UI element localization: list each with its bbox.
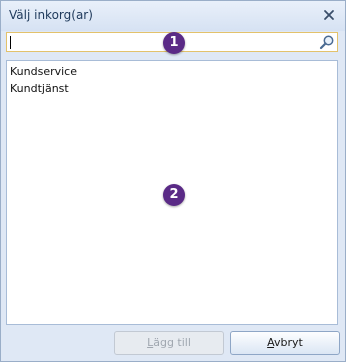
title-bar[interactable]: Välj inkorg(ar)	[1, 1, 345, 31]
callout-badge-2: 2	[163, 184, 185, 206]
list-item[interactable]: Kundservice	[10, 65, 77, 78]
add-button[interactable]: Lägg till	[114, 331, 224, 355]
close-icon[interactable]	[321, 7, 337, 23]
cancel-button[interactable]: Avbryt	[230, 331, 340, 355]
text-caret	[10, 36, 11, 49]
search-input[interactable]	[9, 34, 311, 50]
list-item[interactable]: Kundtjänst	[10, 82, 69, 95]
cancel-button-label: vbryt	[274, 336, 303, 349]
search-icon[interactable]	[319, 34, 335, 50]
add-button-label: ägg till	[153, 336, 191, 349]
callout-badge-1: 1	[163, 32, 185, 54]
select-inbox-dialog: Välj inkorg(ar) Kundservice Kundtjänst 1…	[0, 0, 346, 362]
cancel-button-mnemonic: A	[267, 336, 275, 349]
dialog-title: Välj inkorg(ar)	[9, 8, 93, 22]
dialog-footer: Lägg till Avbryt	[1, 325, 345, 361]
